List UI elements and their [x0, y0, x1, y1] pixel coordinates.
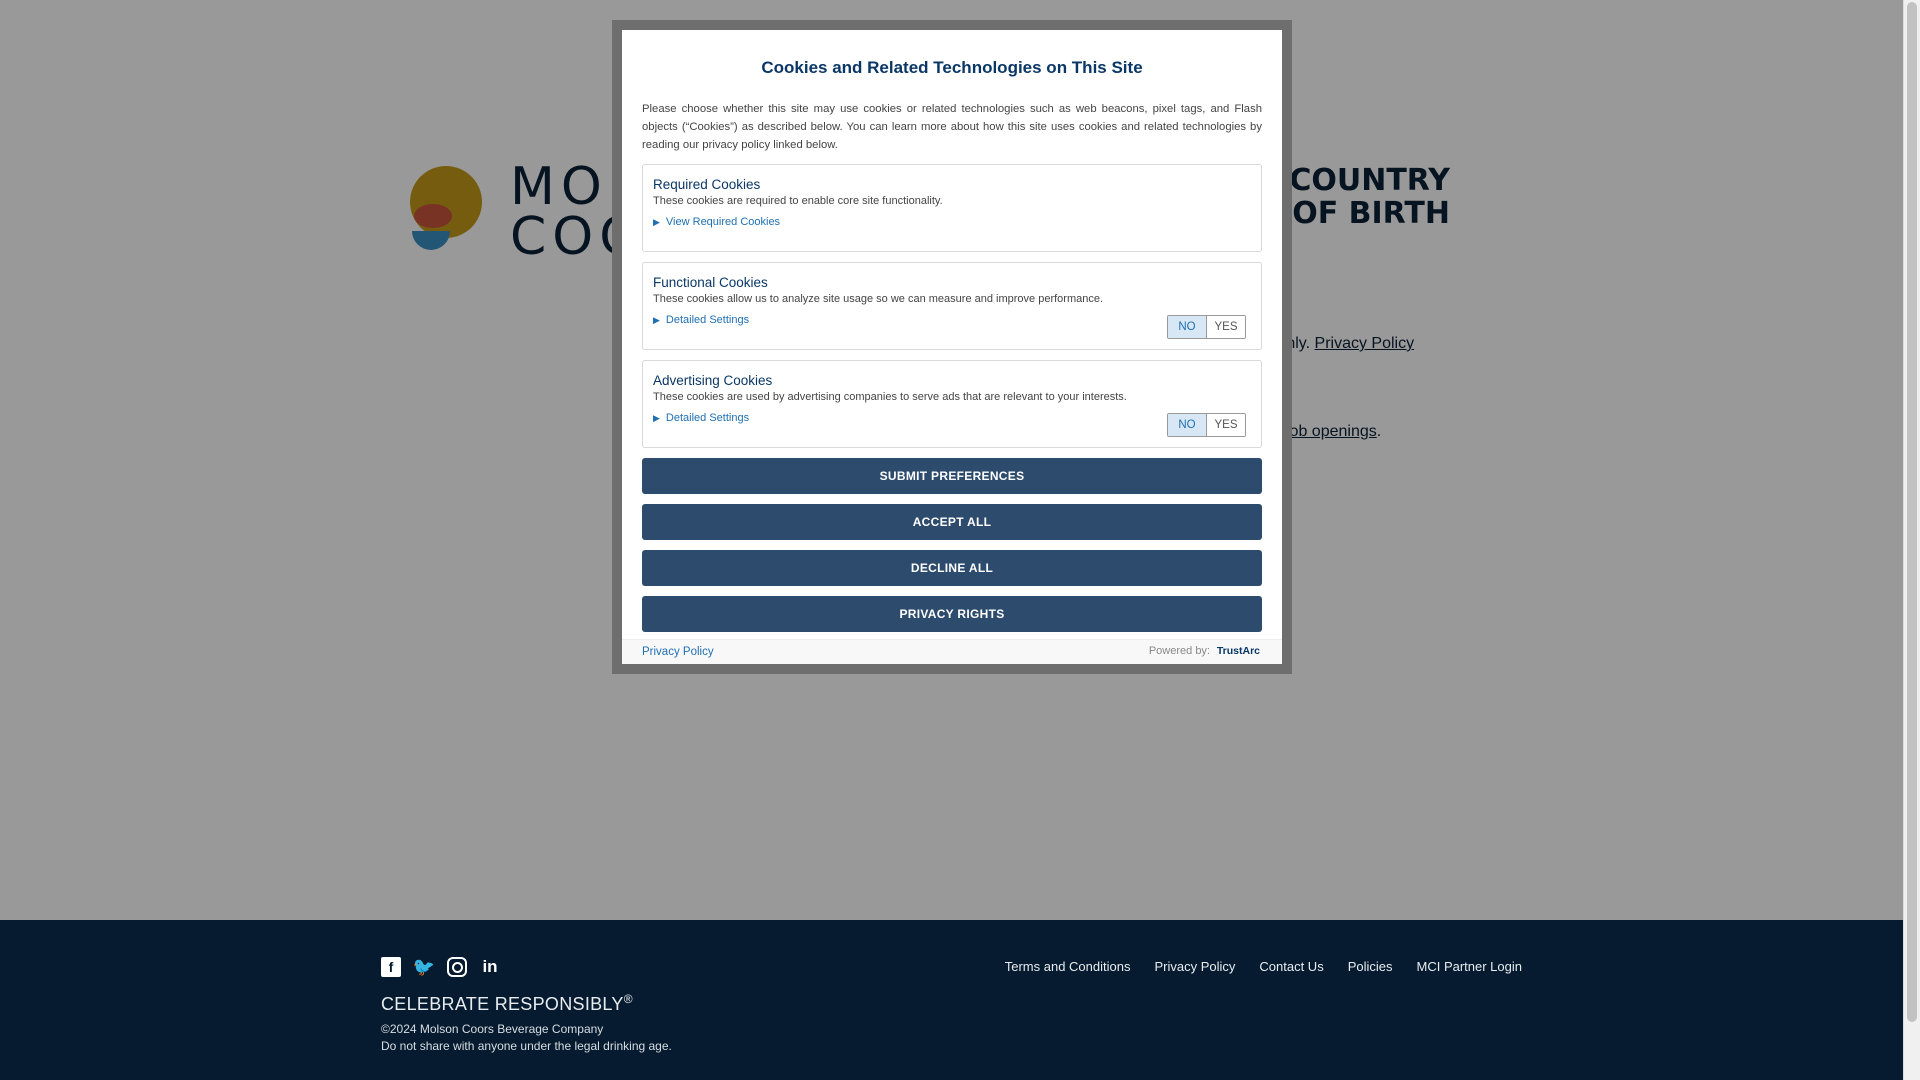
facebook-icon[interactable]: f — [381, 957, 401, 977]
social-links: f 🐦 in — [381, 957, 500, 977]
category-title: Required Cookies — [653, 177, 761, 192]
modal-title: Cookies and Related Technologies on This… — [761, 58, 1143, 77]
registered-mark: ® — [623, 992, 633, 1006]
celebrate-text: CELEBRATE RESPONSIBLY — [381, 994, 624, 1014]
twitter-icon[interactable]: 🐦 — [413, 957, 435, 977]
category-title: Advertising Cookies — [653, 373, 773, 388]
required-cookies-panel: Required Cookies These cookies are requi… — [642, 164, 1262, 252]
category-title: Functional Cookies — [653, 275, 768, 290]
category-description: These cookies are used by advertising co… — [653, 391, 1127, 403]
trustarc-logo[interactable]: TrustArc — [1217, 645, 1260, 657]
powered-by-label: Powered by: — [1148, 645, 1210, 657]
advertising-toggle: NO YES — [1167, 413, 1246, 437]
site-footer: f 🐦 in Terms and Conditions Privacy Poli… — [0, 920, 1903, 1080]
footer-link-partner-login[interactable]: MCI Partner Login — [1417, 959, 1523, 974]
copyright-text: ©2024 Molson Coors Beverage Company — [381, 1022, 604, 1036]
functional-cookies-panel: Functional Cookies These cookies allow u… — [642, 262, 1262, 350]
functional-yes-button[interactable]: YES — [1207, 316, 1245, 338]
view-required-cookies-link[interactable]: ▶ View Required Cookies — [653, 216, 1251, 228]
footer-nav: Terms and Conditions Privacy Policy Cont… — [1005, 959, 1522, 974]
advertising-cookies-panel: Advertising Cookies These cookies are us… — [642, 360, 1262, 448]
footer-link-policies[interactable]: Policies — [1348, 959, 1393, 974]
vertical-scrollbar[interactable] — [1903, 0, 1920, 1080]
linkedin-icon[interactable]: in — [480, 957, 500, 977]
accept-all-button[interactable]: ACCEPT ALL — [642, 504, 1262, 540]
link-label: Detailed Settings — [665, 314, 750, 326]
footer-link-privacy[interactable]: Privacy Policy — [1154, 959, 1235, 974]
modal-privacy-policy-link[interactable]: Privacy Policy — [642, 646, 714, 658]
decline-all-button[interactable]: DECLINE ALL — [642, 550, 1262, 586]
copyright-block: ©2024 Molson Coors Beverage Company Do n… — [381, 1021, 672, 1055]
category-description: These cookies are required to enable cor… — [653, 195, 943, 207]
advertising-no-button[interactable]: NO — [1168, 414, 1207, 436]
scrollbar-thumb[interactable] — [1907, 2, 1917, 1022]
cookie-modal-frame: Cookies and Related Technologies on This… — [612, 20, 1292, 674]
submit-preferences-button[interactable]: SUBMIT PREFERENCES — [642, 458, 1262, 494]
modal-intro: Please choose whether this site may use … — [642, 103, 1262, 151]
expand-arrow-icon: ▶ — [653, 314, 660, 325]
cookie-consent-modal: Cookies and Related Technologies on This… — [622, 30, 1282, 664]
functional-toggle: NO YES — [1167, 315, 1246, 339]
modal-footer: Privacy Policy Powered by: TrustArc — [622, 639, 1282, 664]
link-label: Detailed Settings — [665, 412, 750, 424]
category-description: These cookies allow us to analyze site u… — [653, 293, 1104, 305]
expand-arrow-icon: ▶ — [653, 412, 660, 423]
functional-detailed-settings-link[interactable]: ▶ Detailed Settings — [653, 314, 1251, 326]
advertising-yes-button[interactable]: YES — [1207, 414, 1245, 436]
link-label: View Required Cookies — [665, 216, 781, 228]
celebrate-responsibly: CELEBRATE RESPONSIBLY® — [381, 992, 633, 1015]
expand-arrow-icon: ▶ — [653, 216, 660, 227]
instagram-icon[interactable] — [447, 957, 467, 977]
advertising-detailed-settings-link[interactable]: ▶ Detailed Settings — [653, 412, 1251, 424]
footer-link-terms[interactable]: Terms and Conditions — [1005, 959, 1131, 974]
drinking-age-disclaimer: Do not share with anyone under the legal… — [381, 1039, 672, 1053]
footer-link-contact[interactable]: Contact Us — [1259, 959, 1323, 974]
functional-no-button[interactable]: NO — [1168, 316, 1207, 338]
privacy-rights-button[interactable]: PRIVACY RIGHTS — [642, 596, 1262, 632]
